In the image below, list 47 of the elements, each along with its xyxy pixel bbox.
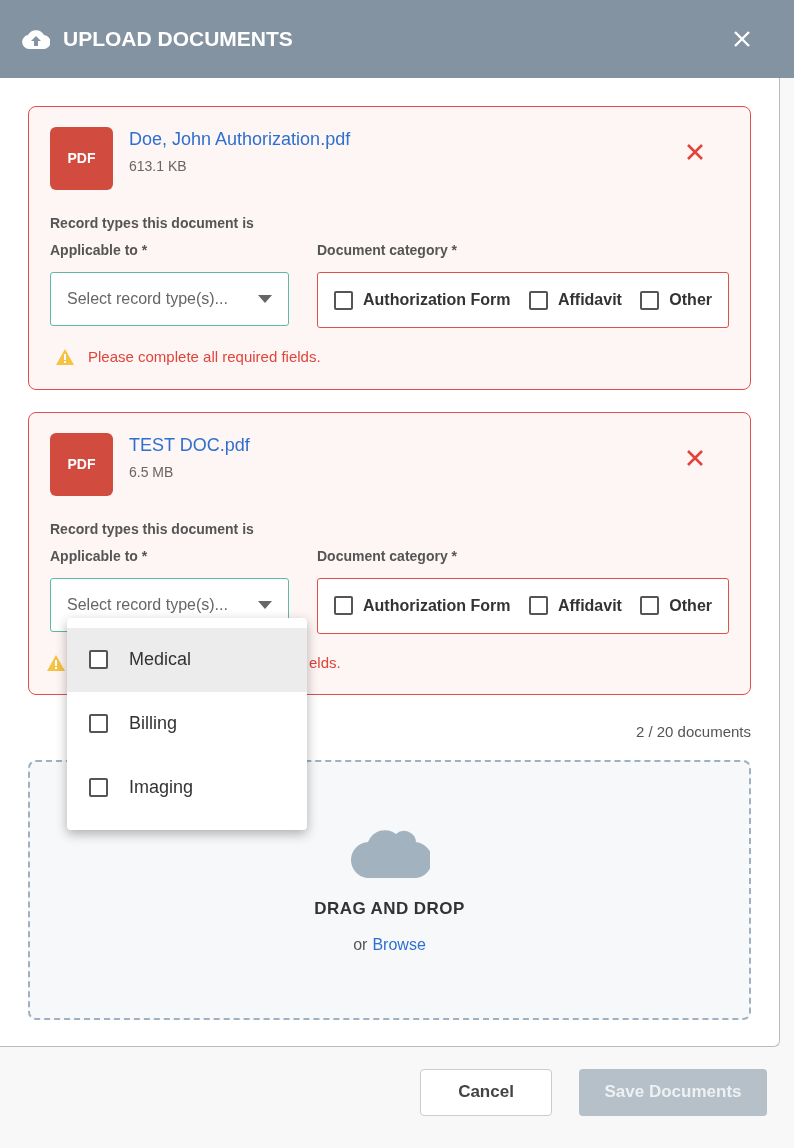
close-icon[interactable] xyxy=(734,31,750,47)
category-label[interactable]: Authorization Form xyxy=(363,288,511,312)
file-name[interactable]: Doe, John Authorization.pdf xyxy=(129,127,351,151)
error-message: Please complete all required fields. xyxy=(88,347,321,367)
field-label: Applicable to * xyxy=(50,546,149,566)
warning-icon xyxy=(56,349,74,366)
field-label: Record types this document is xyxy=(50,519,255,539)
field-label: Record types this document is xyxy=(50,214,255,233)
dropdown-option[interactable]: Medical xyxy=(67,627,307,692)
browse-link[interactable]: Browse xyxy=(372,933,426,957)
cloud-upload-icon xyxy=(22,29,50,49)
file-size: 6.5 MB xyxy=(129,462,175,482)
field-label: Document category * xyxy=(317,546,459,566)
dialog-title: UPLOAD DOCUMENTS xyxy=(63,26,293,53)
checkbox[interactable] xyxy=(334,596,353,615)
remove-icon[interactable] xyxy=(686,143,704,161)
field-label: Applicable to * xyxy=(50,241,149,260)
category-label[interactable]: Affidavit xyxy=(557,288,622,312)
checkbox[interactable] xyxy=(89,714,108,733)
document-count: 2 / 20 documents xyxy=(635,722,751,742)
caret-icon xyxy=(258,295,272,303)
category-label[interactable]: Other xyxy=(669,593,712,618)
dropdown-option[interactable]: Imaging xyxy=(67,755,307,820)
error-message: elds. xyxy=(309,652,341,673)
dropdown-option[interactable]: Billing xyxy=(67,691,307,756)
record-type-select[interactable]: Select record type(s)... xyxy=(50,272,289,326)
or-text: or xyxy=(353,935,368,955)
field-label: Document category * xyxy=(317,241,459,260)
checkbox[interactable] xyxy=(640,596,660,615)
category-label[interactable]: Authorization Form xyxy=(363,593,511,618)
cancel-button[interactable]: Cancel xyxy=(420,1068,552,1116)
checkbox[interactable] xyxy=(89,778,108,797)
remove-icon[interactable] xyxy=(686,448,704,467)
drop-title: DRAG AND DROP xyxy=(314,897,465,920)
file-size: 613.1 KB xyxy=(129,157,188,176)
checkbox[interactable] xyxy=(528,596,548,615)
pdf-icon: PDF xyxy=(50,127,113,190)
checkbox[interactable] xyxy=(334,290,353,310)
category-label[interactable]: Affidavit xyxy=(557,593,622,618)
file-name[interactable]: TEST DOC.pdf xyxy=(129,432,250,457)
caret-icon xyxy=(258,600,272,609)
checkbox[interactable] xyxy=(89,650,108,669)
category-label[interactable]: Other xyxy=(669,288,712,312)
checkbox[interactable] xyxy=(640,290,660,310)
warning-icon xyxy=(47,654,65,671)
pdf-icon: PDF xyxy=(50,432,113,496)
checkbox[interactable] xyxy=(528,290,548,310)
